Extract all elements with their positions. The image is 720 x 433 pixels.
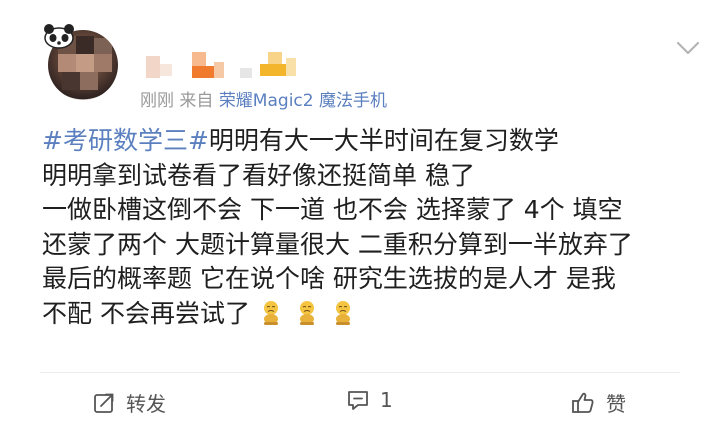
comment-button[interactable]: 1 [346, 388, 393, 412]
sad-sitting-emoji-icon [299, 300, 314, 325]
post-meta: 刚刚 来自 荣耀Magic2 魔法手机 [140, 86, 387, 111]
post-content: #考研数学三#明明有大一大半时间在复习数学 明明拿到试卷看了看好像还挺简单 稳了… [42, 124, 692, 331]
content-line-1: #考研数学三#明明有大一大半时间在复习数学 [42, 124, 692, 159]
repost-button[interactable]: 转发 [92, 388, 166, 417]
comment-icon [348, 391, 368, 410]
action-divider [40, 372, 680, 373]
content-line-3: 一做卧槽这倒不会 下一道 也不会 选择蒙了 4个 填空 [42, 195, 623, 224]
username-blurred[interactable] [140, 42, 380, 82]
sad-sitting-emoji-icon [335, 300, 350, 325]
weibo-post: 刚刚 来自 荣耀Magic2 魔法手机 #考研数学三#明明有大一大半时间在复习数… [0, 0, 720, 433]
chevron-down-icon[interactable] [674, 38, 702, 58]
repost-label: 转发 [126, 392, 166, 416]
content-line-4: 还蒙了两个 大题计算量很大 二重积分算到一半放弃了 [42, 229, 633, 259]
comment-count: 1 [380, 388, 393, 412]
thumbs-up-icon [572, 392, 594, 413]
content-line-5: 最后的概率题 它在说个啥 研究生选拔的是人才 是我 [42, 264, 616, 293]
like-button[interactable]: 赞 [570, 388, 626, 417]
emoji-group [260, 300, 354, 326]
like-label: 赞 [606, 392, 626, 416]
post-time: 刚刚 [140, 91, 174, 111]
sad-sitting-emoji-icon [263, 300, 278, 325]
source-prefix: 来自 [179, 91, 214, 111]
content-text: 明明有大一大半时间在复习数学 [208, 126, 559, 155]
content-line-2: 明明拿到试卷看了看好像还挺简单 稳了 [42, 160, 475, 190]
action-bar: 转发 1 赞 [0, 380, 720, 430]
content-line-6: 不配 不会再尝试了 [42, 297, 692, 332]
avatar[interactable] [40, 22, 124, 106]
content-text: 不配 不会再尝试了 [42, 298, 250, 328]
repost-icon [94, 393, 114, 413]
hashtag-link[interactable]: #考研数学三# [42, 126, 209, 155]
panda-badge-icon [44, 24, 74, 49]
device-source-link[interactable]: 荣耀Magic2 魔法手机 [219, 91, 387, 111]
